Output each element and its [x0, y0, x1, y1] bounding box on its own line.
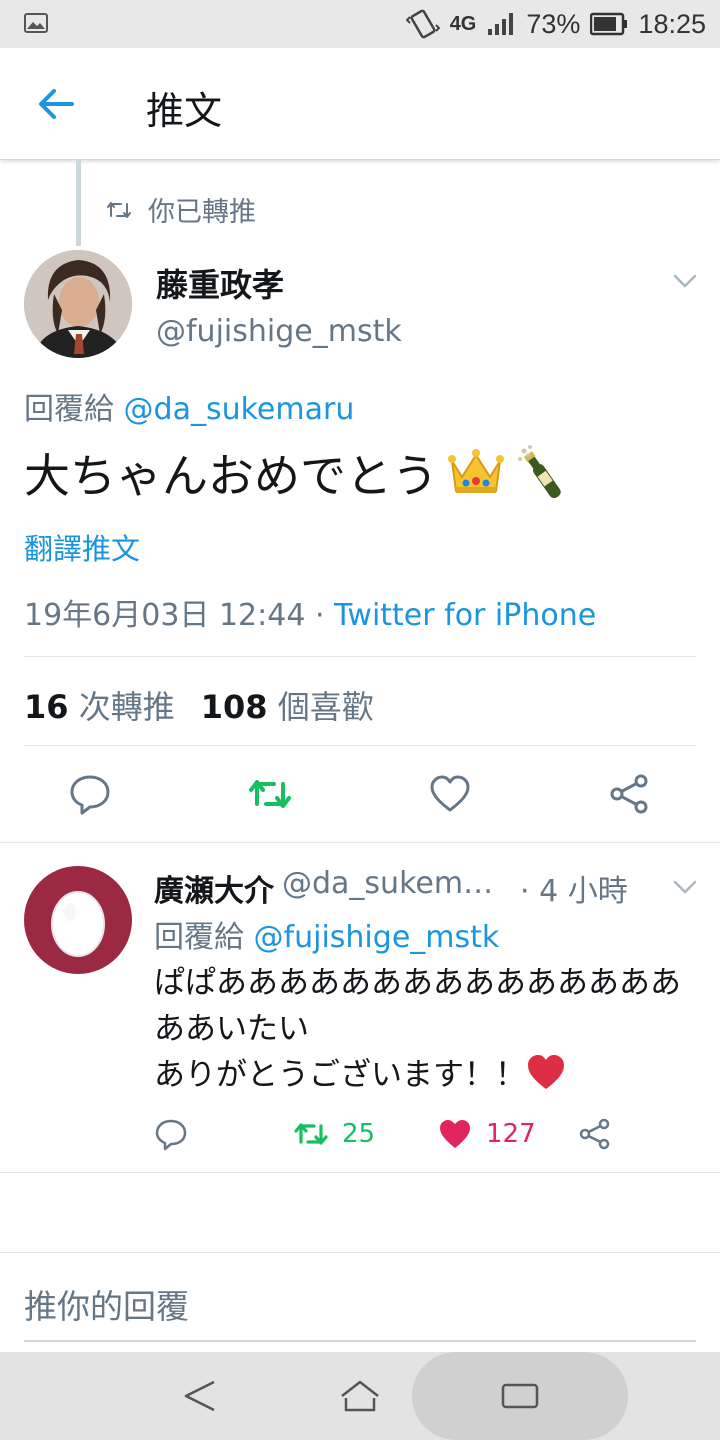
reply-compose-input[interactable]: 推你的回覆: [24, 1280, 189, 1328]
like-action[interactable]: 127: [438, 1114, 536, 1154]
retweet-icon: [294, 1123, 328, 1145]
divider: [24, 656, 696, 657]
reply-time: · 4 小時: [520, 874, 628, 909]
chevron-down-icon[interactable]: [672, 270, 698, 292]
reply-actions: 25 127: [0, 1110, 720, 1160]
like-heart-filled-icon: [440, 1120, 470, 1148]
reply-to-line: 回覆給 @da_sukemaru: [24, 384, 354, 428]
chevron-down-icon[interactable]: [672, 876, 698, 898]
tweet-actions: [0, 760, 720, 830]
default-egg-avatar: [51, 891, 105, 957]
retweet-icon: [107, 201, 131, 218]
battery-percent: 73%: [526, 8, 581, 39]
battery-icon: [590, 12, 628, 36]
like-count: 108: [200, 688, 268, 726]
network-type: 4G: [449, 12, 477, 35]
retweet-action[interactable]: 25: [294, 1114, 375, 1154]
nav-back-icon[interactable]: [180, 1376, 220, 1416]
tweet-timestamp: 19年6月03日 12:44 · Twitter for iPhone: [24, 590, 596, 634]
champagne-emoji: [518, 445, 561, 499]
like-heart-icon[interactable]: [428, 772, 472, 816]
reply-tweet-text: ぱぱあああああああああああああああ ああいたい ありがとうございます！！: [154, 960, 704, 1098]
page-title: 推文: [146, 89, 223, 133]
vibrate-icon: [405, 9, 440, 39]
retweet-stat-label: 次轉推: [78, 688, 175, 726]
tweet-stats: 16 次轉推 108 個喜歡: [24, 682, 374, 728]
divider: [0, 842, 720, 843]
divider: [24, 745, 696, 746]
avatar[interactable]: [24, 250, 132, 358]
reply-header: 廣瀬大介 @da_sukemaru · 4 小時: [154, 866, 654, 910]
system-navigation-bar: [0, 1352, 720, 1440]
author-name[interactable]: 藤重政孝: [156, 260, 284, 306]
like-stat[interactable]: 108 個喜歡: [201, 682, 374, 728]
reply-icon: [155, 1119, 187, 1151]
reply-to-handle-link[interactable]: @da_sukemaru: [124, 392, 355, 427]
reply-author-name[interactable]: 廣瀬大介: [154, 866, 274, 910]
profile-photo: [24, 250, 132, 358]
reply-text-line: ぱぱあああああああああああああああ: [154, 965, 681, 1001]
timestamp-text: 19年6月03日 12:44 ·: [24, 598, 335, 633]
signal-icon: [488, 13, 514, 35]
tweet-text-body: 大ちゃんおめでとう: [24, 449, 438, 503]
like-count: 127: [486, 1119, 536, 1149]
reply-to-line: 回覆給 @fujishige_mstk: [154, 912, 499, 956]
red-heart-emoji: [528, 1055, 564, 1089]
reply-text-line-last: ありがとうございます！！: [154, 1052, 704, 1098]
reply-to-handle-link[interactable]: @fujishige_mstk: [254, 920, 500, 955]
clock: 18:25: [638, 8, 706, 39]
reply-input-underline: [24, 1340, 696, 1342]
back-arrow-icon[interactable]: [36, 84, 76, 124]
status-bar: 4G 73% 18:25: [0, 0, 720, 48]
retweet-context: 你已轉推: [106, 190, 256, 229]
gallery-notification-icon: [24, 13, 48, 33]
divider: [0, 1252, 720, 1253]
reply-author-handle[interactable]: @da_sukemaru: [282, 866, 508, 910]
avatar[interactable]: [24, 866, 132, 974]
translate-tweet-link[interactable]: 翻譯推文: [24, 526, 140, 568]
reply-icon[interactable]: [68, 772, 112, 816]
share-icon: [579, 1118, 610, 1150]
retweet-count: 25: [342, 1119, 376, 1149]
reply-to-label: 回覆給: [154, 920, 244, 955]
source-link[interactable]: Twitter for iPhone: [334, 598, 596, 633]
share-action[interactable]: [578, 1114, 612, 1154]
reply-text-line: ありがとうございます！！: [154, 1057, 526, 1093]
retweet-icon[interactable]: [248, 772, 292, 816]
divider: [0, 1172, 720, 1173]
retweet-stat[interactable]: 16 次轉推: [24, 682, 175, 728]
thread-line: [76, 160, 81, 246]
like-stat-label: 個喜歡: [277, 688, 374, 726]
reply-text-line: ああいたい: [154, 1011, 309, 1047]
reply-to-label: 回覆給: [24, 392, 114, 427]
share-icon[interactable]: [608, 772, 652, 816]
retweet-context-label: 你已轉推: [148, 197, 256, 228]
retweet-count: 16: [24, 688, 69, 726]
reply-action[interactable]: [154, 1114, 188, 1154]
nav-recents-icon[interactable]: [500, 1376, 540, 1416]
top-app-bar: 推文: [0, 48, 720, 160]
tweet-text: 大ちゃんおめでとう: [24, 440, 574, 506]
nav-home-icon[interactable]: [340, 1376, 380, 1416]
crown-emoji: [448, 449, 504, 493]
author-handle[interactable]: @fujishige_mstk: [156, 314, 402, 349]
